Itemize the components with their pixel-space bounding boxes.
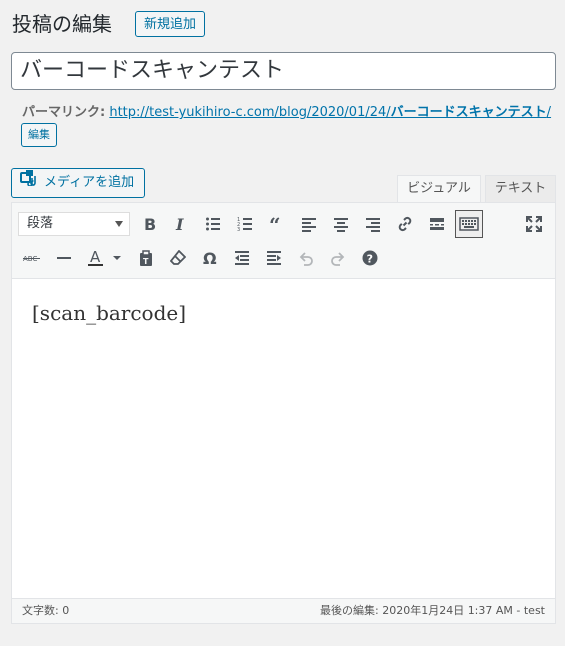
svg-text:I: I [175, 216, 184, 232]
align-left-icon[interactable] [295, 210, 323, 238]
paste-text-icon[interactable]: T [132, 244, 160, 272]
add-media-label: メディアを追加 [44, 175, 135, 190]
permalink: パーマリンク: http://test-yukihiro-c.com/blog/… [22, 101, 551, 120]
help-icon[interactable]: ? [356, 244, 384, 272]
permalink-url[interactable]: http://test-yukihiro-c.com/blog/2020/01/… [109, 105, 551, 120]
svg-text:A: A [90, 249, 101, 266]
special-character-icon[interactable]: Ω [196, 244, 224, 272]
tab-text[interactable]: テキスト [485, 175, 556, 203]
svg-text:T: T [143, 257, 149, 266]
last-edited: 最後の編集: 2020年1月24日 1:37 AM - test [320, 604, 545, 617]
permalink-slug: バーコードスキャンテスト [390, 105, 547, 120]
outdent-icon[interactable] [228, 244, 256, 272]
tab-visual[interactable]: ビジュアル [397, 175, 481, 203]
align-center-icon[interactable] [327, 210, 355, 238]
chevron-down-icon [115, 221, 123, 227]
fullscreen-icon[interactable] [520, 210, 548, 238]
toolbar-toggle-icon[interactable] [455, 210, 483, 238]
undo-icon[interactable] [292, 244, 320, 272]
editor-content[interactable]: [scan_barcode] [32, 301, 186, 325]
editor: 段落 B I 123 “ A T Ω ? [scan_barcode] 文字数:… [11, 202, 556, 624]
permalink-label: パーマリンク: [22, 105, 106, 120]
horizontal-line-icon[interactable] [50, 244, 78, 272]
status-bar: 文字数: 0 最後の編集: 2020年1月24日 1:37 AM - test [12, 598, 555, 623]
format-select[interactable]: 段落 [18, 212, 130, 236]
permalink-url-suffix: / [546, 105, 552, 120]
strikethrough-icon[interactable]: ABC [18, 244, 46, 272]
post-title-input[interactable]: バーコードスキャンテスト [11, 52, 556, 90]
svg-text:?: ? [367, 253, 373, 266]
svg-text:“: “ [269, 216, 281, 232]
link-icon[interactable] [391, 210, 419, 238]
svg-text:Ω: Ω [203, 250, 217, 266]
read-more-icon[interactable] [423, 210, 451, 238]
redo-icon[interactable] [324, 244, 352, 272]
editor-toolbar: 段落 B I 123 “ A T Ω ? [12, 203, 555, 279]
blockquote-icon[interactable]: “ [263, 210, 291, 238]
indent-icon[interactable] [260, 244, 288, 272]
format-select-value: 段落 [27, 216, 54, 231]
clear-formatting-icon[interactable] [164, 244, 192, 272]
text-color-dropdown-icon[interactable] [110, 244, 124, 272]
bold-icon[interactable]: B [135, 210, 163, 238]
italic-icon[interactable]: I [167, 210, 195, 238]
word-count: 文字数: 0 [22, 604, 70, 617]
add-new-button[interactable]: 新規追加 [135, 11, 206, 37]
text-color-icon[interactable]: A [82, 244, 110, 272]
svg-text:3: 3 [237, 227, 240, 232]
svg-text:B: B [144, 216, 156, 232]
numbered-list-icon[interactable]: 123 [231, 210, 259, 238]
toolbar-row-2: ABC A T Ω [12, 241, 555, 275]
page-title: 投稿の編集 [12, 12, 112, 36]
add-media-icon [20, 169, 38, 197]
bulleted-list-icon[interactable] [199, 210, 227, 238]
permalink-url-prefix: http://test-yukihiro-c.com/blog/2020/01/… [109, 105, 391, 120]
add-media-button[interactable]: メディアを追加 [11, 168, 146, 198]
align-right-icon[interactable] [359, 210, 387, 238]
edit-slug-button[interactable]: 編集 [21, 123, 57, 147]
toolbar-row-1: 段落 B I 123 “ [12, 207, 555, 241]
